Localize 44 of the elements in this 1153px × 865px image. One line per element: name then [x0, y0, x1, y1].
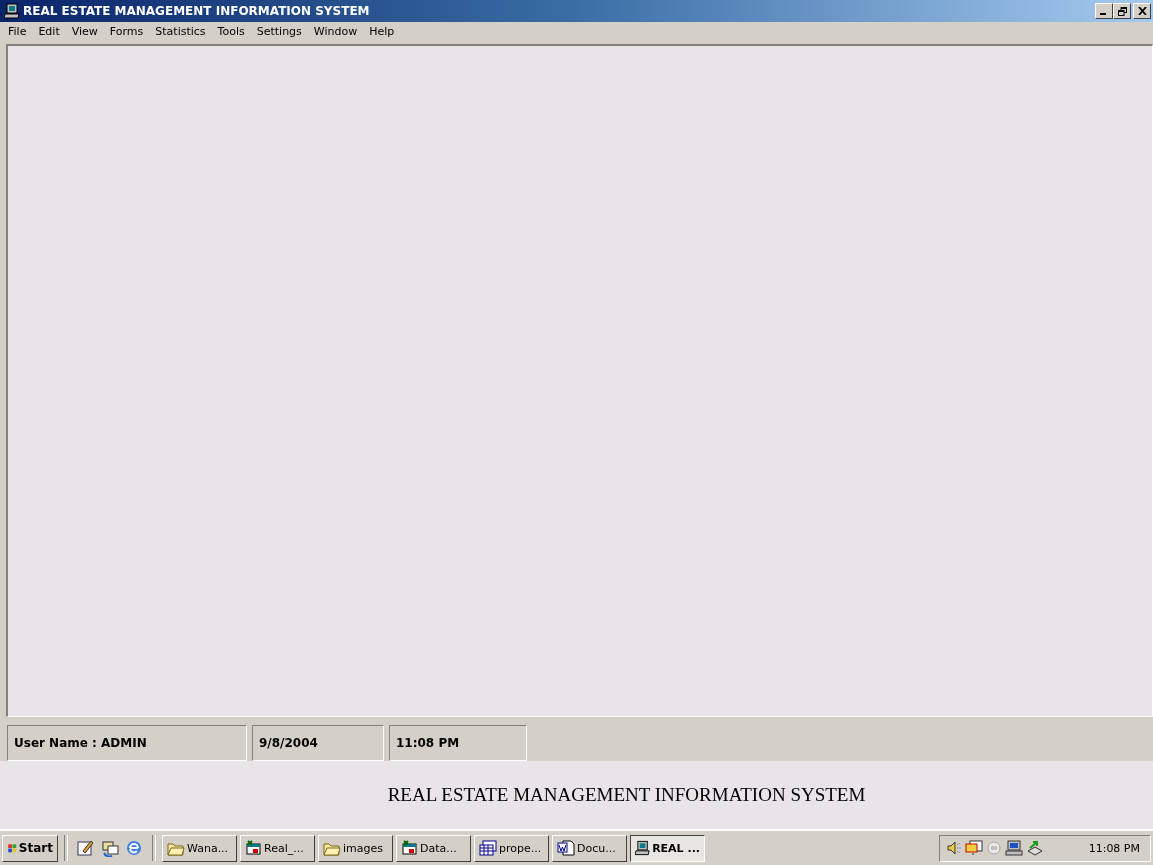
taskbar-button[interactable]: Wana...	[162, 834, 237, 862]
menu-item[interactable]: Forms	[103, 25, 150, 38]
menu-item[interactable]: Help	[363, 25, 401, 38]
monitor-icon[interactable]	[965, 840, 983, 856]
start-button[interactable]: Start	[2, 834, 58, 862]
computer-icon	[635, 840, 651, 856]
computer-icon[interactable]	[1005, 840, 1023, 856]
sync-icon[interactable]	[101, 839, 119, 857]
browser-icon[interactable]	[125, 839, 143, 857]
close-button[interactable]	[1133, 3, 1151, 19]
table-icon	[479, 840, 497, 856]
close-icon	[1137, 7, 1147, 15]
folder-icon	[323, 840, 341, 856]
system-caption: REAL ESTATE MANAGEMENT INFORMATION SYSTEM	[387, 784, 866, 806]
word-document-icon	[557, 840, 575, 856]
window-icon	[401, 840, 418, 856]
taskbar-button[interactable]: Data...	[396, 834, 471, 862]
folder-icon	[167, 840, 185, 856]
window-title: REAL ESTATE MANAGEMENT INFORMATION SYSTEM	[23, 4, 371, 18]
status-panel: User Name : ADMIN	[7, 725, 247, 761]
notepad-icon[interactable]	[77, 839, 95, 857]
taskbar-button[interactable]: images	[318, 834, 393, 862]
clock: 11:08 PM	[1088, 841, 1140, 855]
menu-item[interactable]: Edit	[32, 25, 66, 38]
computer-icon	[4, 3, 20, 19]
menu-item[interactable]: Statistics	[149, 25, 212, 38]
menu-item[interactable]: Tools	[211, 25, 251, 38]
taskbar-button[interactable]: Docu...	[552, 834, 627, 862]
status-panel: 9/8/2004	[252, 725, 384, 761]
menu-item[interactable]: Window	[307, 25, 364, 38]
restore-icon	[1117, 6, 1127, 16]
restore-button[interactable]	[1113, 3, 1131, 19]
status-panel: 11:08 PM	[389, 725, 527, 761]
minimize-button[interactable]	[1095, 3, 1113, 19]
menu-item[interactable]: Settings	[250, 25, 308, 38]
taskbar-button[interactable]: Real_...	[240, 834, 315, 862]
taskbar-button[interactable]: prope...	[474, 834, 549, 862]
window-icon	[245, 840, 262, 856]
taskbar-button[interactable]: REAL ...	[630, 834, 705, 862]
windows-logo-icon	[7, 841, 17, 855]
menu-item[interactable]: View	[65, 25, 104, 38]
network-icon[interactable]	[1026, 840, 1044, 856]
menu-item[interactable]: File	[2, 25, 33, 38]
speaker-icon[interactable]	[946, 840, 962, 856]
